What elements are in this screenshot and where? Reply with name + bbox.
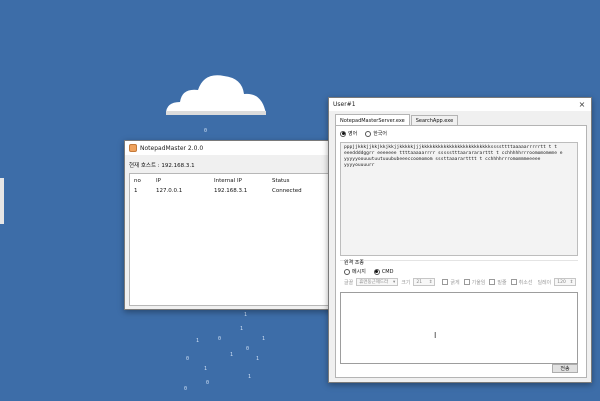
delay-value: 120	[557, 279, 566, 285]
text-cursor-icon: Ι	[434, 331, 437, 340]
falling-digit: 1	[244, 312, 248, 318]
cell-ip: 127.0.0.1	[156, 188, 183, 194]
col-status[interactable]: Status	[272, 178, 330, 184]
table-row[interactable]: 1 127.0.0.1 192.168.3.1 Connected	[130, 186, 330, 196]
chevron-down-icon: ▾	[392, 279, 396, 285]
falling-digit: 1	[256, 356, 260, 362]
font-options-row: 글꼴 휴먼둥근헤드라 ▾ 크기 21 ⇕ 굵게 기울임 밑줄 취소선 딜레이 1…	[344, 278, 579, 286]
desktop-window-edge	[0, 178, 4, 224]
send-button[interactable]: 전송	[552, 364, 578, 373]
notepadmaster-titlebar[interactable]: NotepadMaster 2.0.0	[125, 141, 333, 155]
radio-cmd-label: CMD	[381, 268, 394, 275]
delay-label: 딜레이	[537, 279, 552, 286]
underline-label: 밑줄	[497, 279, 507, 286]
falling-digit: 1	[262, 336, 266, 342]
radio-korean[interactable]	[365, 130, 372, 137]
cell-internal-ip: 192.168.3.1	[214, 188, 248, 194]
font-label: 글꼴	[344, 279, 354, 286]
strike-label: 취소선	[518, 279, 533, 286]
bold-label: 굵게	[450, 279, 460, 286]
falling-digit: 0	[186, 356, 190, 362]
falling-digit: 0	[218, 336, 222, 342]
tab-content: 영어 한국어 pppjjkkkjjkkjkkjkkjjkkkkkjjjkkkkk…	[335, 125, 587, 378]
falling-digit: 0	[206, 380, 210, 386]
user-titlebar[interactable]: User#1 ×	[329, 98, 591, 111]
radio-english-label: 영어	[348, 131, 358, 137]
font-select-value: 휴먼둥근헤드라	[359, 280, 389, 285]
cloud-logo-icon	[166, 75, 266, 115]
delay-stepper[interactable]: 120 ⇕	[554, 278, 577, 286]
send-text-area[interactable]: Ι	[340, 292, 578, 364]
falling-digit: 0	[246, 346, 250, 352]
falling-digit: 1	[240, 326, 244, 332]
size-stepper[interactable]: 21 ⇕	[413, 278, 436, 286]
close-icon[interactable]: ×	[577, 100, 587, 110]
window-title: User#1	[333, 101, 356, 108]
italic-label: 기울임	[471, 279, 486, 286]
host-label: 현재 호스트 : 192.168.3.1	[129, 163, 195, 169]
radio-message-label: 메시지	[352, 269, 366, 275]
col-no[interactable]: no	[130, 178, 156, 184]
radio-message[interactable]	[344, 268, 350, 275]
falling-digit: 0	[204, 128, 208, 134]
remote-control-label: 원격 조종	[344, 260, 364, 266]
size-label: 크기	[401, 279, 411, 286]
falling-digit: 1	[248, 374, 252, 380]
bold-checkbox[interactable]	[442, 279, 449, 285]
notepadmaster-window: NotepadMaster 2.0.0 현재 호스트 : 192.168.3.1…	[124, 140, 334, 310]
falling-digit: 0	[184, 386, 188, 392]
col-internal-ip[interactable]: Internal IP	[214, 178, 272, 184]
mode-radio-group: 메시지 CMD	[344, 268, 401, 275]
user-window: User#1 × NotepadMasterServer.exe SearchA…	[328, 97, 592, 383]
divider	[340, 260, 578, 261]
font-select[interactable]: 휴먼둥근헤드라 ▾	[356, 278, 399, 286]
falling-digit: 1	[204, 366, 208, 372]
radio-cmd[interactable]	[373, 268, 380, 275]
falling-digit: 1	[230, 352, 234, 358]
process-tabs: NotepadMasterServer.exe SearchApp.exe	[335, 114, 459, 126]
underline-checkbox[interactable]	[489, 279, 496, 285]
falling-digit: 1	[196, 338, 200, 344]
radio-korean-label: 한국어	[373, 131, 388, 137]
table-header: no IP Internal IP Status	[130, 176, 330, 186]
app-icon	[129, 144, 137, 152]
size-value: 21	[416, 279, 423, 285]
client-table: no IP Internal IP Status 1 127.0.0.1 192…	[129, 173, 331, 306]
stepper-icon: ⇕	[569, 279, 574, 285]
cell-status: Connected	[272, 188, 302, 194]
col-ip[interactable]: IP	[156, 178, 214, 184]
window-title: NotepadMaster 2.0.0	[140, 144, 204, 152]
cell-no: 1	[134, 188, 138, 194]
received-text-box[interactable]: pppjjkkkjjkkjkkjkkjjkkkkkjjjkkkkkkkkkkkk…	[340, 142, 578, 256]
language-radio-group: 영어 한국어	[340, 130, 395, 137]
received-text: pppjjkkkjjkkjkkjkkjjkkkkkjjjkkkkkkkkkkkk…	[344, 145, 563, 168]
italic-checkbox[interactable]	[463, 279, 470, 285]
radio-english[interactable]	[340, 130, 346, 137]
strike-checkbox[interactable]	[510, 279, 517, 285]
stepper-icon: ⇕	[428, 279, 433, 285]
